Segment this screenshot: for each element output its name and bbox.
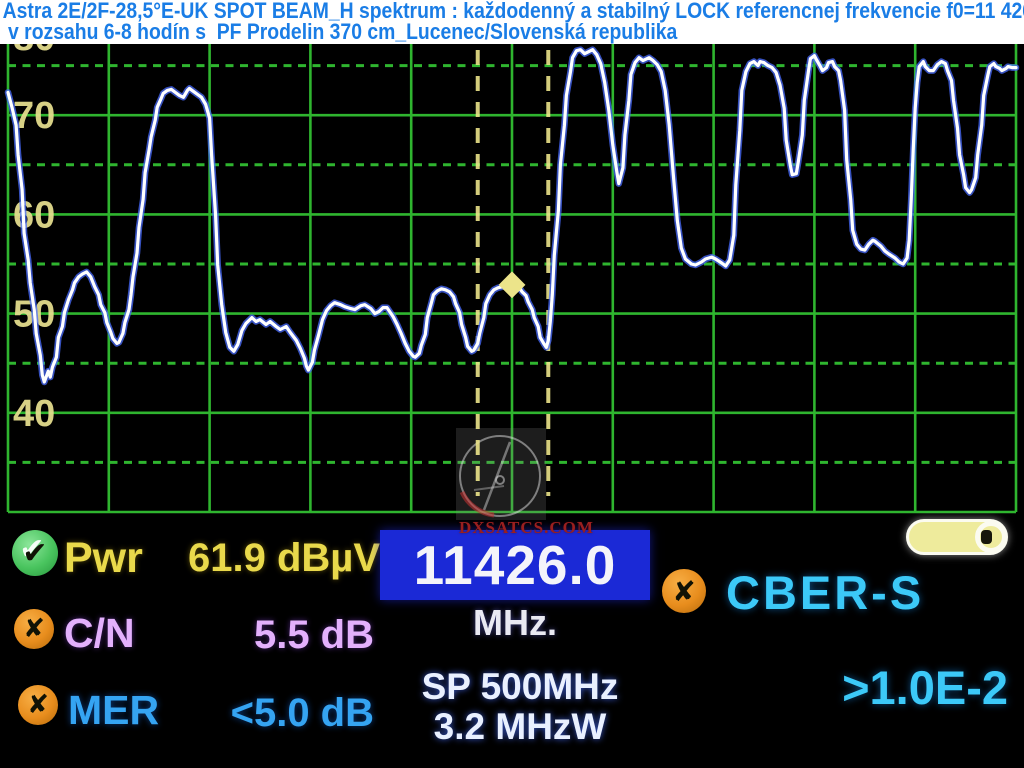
bandwidth-readout: 3.2 MHzW	[398, 706, 642, 748]
cn-value: 5.5 dB	[188, 613, 374, 658]
title-banner: Astra 2E/2F-28,5°E-UK SPOT BEAM_H spektr…	[0, 0, 1024, 44]
cber-status-cross-icon: ✘	[662, 569, 706, 613]
title-line-2: v rozsahu 6-8 hodín s PF Prodelin 370 cm…	[0, 21, 901, 42]
cross-glyph: ✘	[27, 690, 49, 720]
watermark-text: DXSATCS.COM	[459, 518, 594, 538]
check-glyph: ✔	[22, 536, 47, 571]
frequency-unit: MHz.	[380, 602, 650, 644]
cber-label: CBER-S	[726, 565, 924, 620]
y-axis-tick-label: 80	[13, 44, 55, 59]
battery-terminal	[975, 521, 1007, 553]
spectrum-chart: 8070605040	[0, 44, 1024, 520]
y-axis-tick-label: 40	[13, 393, 55, 435]
cn-status-cross-icon: ✘	[14, 609, 54, 649]
y-axis-tick-label: 60	[13, 194, 55, 236]
mer-status-cross-icon: ✘	[18, 685, 58, 725]
span-readout: SP 500MHz	[398, 666, 642, 708]
mer-label: MER	[68, 687, 159, 734]
pwr-label: Pwr	[64, 534, 143, 583]
cross-glyph: ✘	[672, 575, 695, 608]
cross-glyph: ✘	[23, 614, 45, 644]
battery-terminal-notch	[981, 530, 992, 544]
battery-full-icon	[906, 519, 1008, 555]
mer-value: <5.0 dB	[188, 691, 374, 736]
pwr-status-check-icon: ✔	[12, 530, 58, 576]
compass-logo-watermark	[456, 428, 546, 520]
spectrum-plot: 8070605040	[0, 44, 1024, 520]
frequency-display: 11426.0	[380, 530, 650, 600]
readout-panel: ✔ Pwr 61.9 dBµV 11426.0 MHz. ✘ CBER-S >1…	[0, 520, 1024, 768]
title-line-1: Astra 2E/2F-28,5°E-UK SPOT BEAM_H spektr…	[0, 0, 901, 21]
cber-value: >1.0E-2	[756, 660, 1008, 715]
pwr-value: 61.9 dBµV	[188, 536, 374, 581]
meter-screen: Astra 2E/2F-28,5°E-UK SPOT BEAM_H spektr…	[0, 0, 1024, 768]
frequency-value: 11426.0	[414, 533, 617, 597]
cn-label: C/N	[64, 610, 135, 657]
